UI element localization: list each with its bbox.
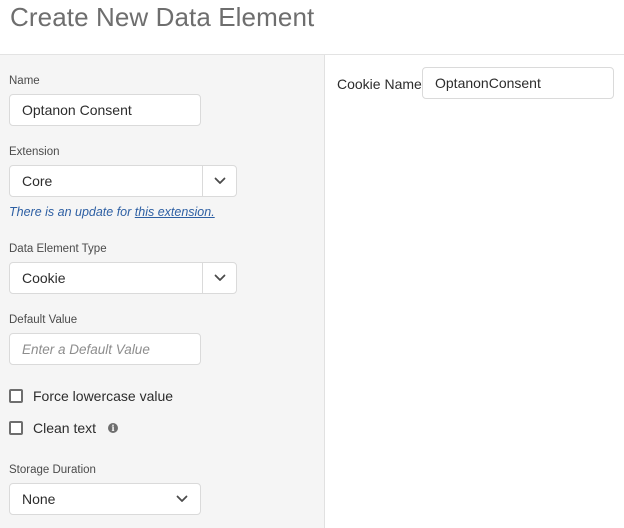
extension-label: Extension: [9, 146, 60, 158]
cookie-name-label: Cookie Name: [337, 76, 422, 92]
panel-divider: [324, 55, 325, 528]
chevron-down-icon: [214, 177, 225, 184]
name-input[interactable]: Optanon Consent: [9, 94, 201, 126]
storage-duration-dropdown[interactable]: None: [9, 483, 201, 515]
default-value-label: Default Value: [9, 314, 78, 326]
page-title: Create New Data Element: [10, 2, 315, 32]
storage-duration-value: None: [22, 491, 56, 507]
clean-text-checkbox[interactable]: [9, 421, 23, 435]
name-label: Name: [9, 75, 40, 87]
update-extension-link[interactable]: this extension.: [135, 205, 215, 219]
default-value-input[interactable]: Enter a Default Value: [9, 333, 201, 365]
force-lowercase-label: Force lowercase value: [33, 388, 174, 404]
data-element-type-dropdown-button[interactable]: [202, 263, 236, 293]
force-lowercase-checkbox[interactable]: [9, 389, 23, 403]
data-element-type-select[interactable]: Cookie: [9, 262, 237, 294]
extension-dropdown-button[interactable]: [202, 166, 236, 196]
info-icon[interactable]: i: [108, 423, 119, 433]
update-notice-text: There is an update for: [9, 205, 135, 219]
storage-duration-label: Storage Duration: [9, 464, 96, 476]
extension-select[interactable]: Core: [9, 165, 237, 197]
extension-select-value: Core: [22, 173, 53, 189]
force-lowercase-row[interactable]: Force lowercase value: [9, 388, 173, 404]
cookie-name-input[interactable]: OptanonConsent: [422, 67, 614, 99]
clean-text-label: Clean text: [33, 420, 97, 436]
data-element-type-label: Data Element Type: [9, 243, 107, 255]
chevron-down-icon: [214, 274, 225, 281]
chevron-down-icon: [176, 495, 188, 502]
update-notice: There is an update for this extension.: [9, 205, 215, 219]
data-element-type-value: Cookie: [22, 270, 66, 286]
clean-text-row[interactable]: Clean text i: [9, 420, 119, 436]
